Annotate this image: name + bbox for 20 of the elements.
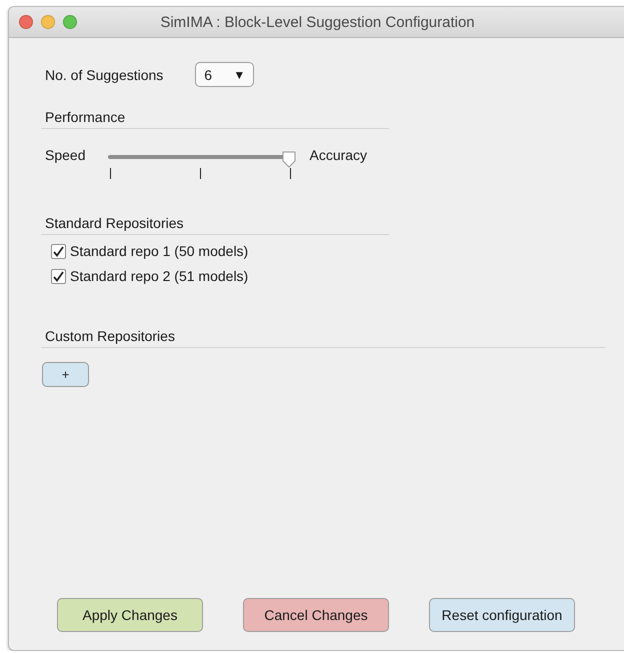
performance-heading: Performance: [41, 109, 389, 129]
suggestions-label: No. of Suggestions: [45, 66, 164, 82]
reset-button[interactable]: Reset configuration: [429, 598, 575, 632]
speed-label: Speed: [45, 147, 86, 163]
minimize-icon[interactable]: [41, 15, 55, 29]
checkbox[interactable]: [51, 268, 66, 284]
slider-thumb[interactable]: [282, 150, 296, 168]
checkbox-label: Standard repo 2 (51 models): [70, 268, 248, 284]
close-icon[interactable]: [19, 15, 33, 29]
window-title: SimIMA : Block-Level Suggestion Configuration: [159, 14, 476, 30]
standard-repositories-heading: Standard Repositories: [41, 215, 389, 235]
checkbox-label: Standard repo 1 (50 models): [70, 243, 248, 259]
suggestions-dropdown[interactable]: 6 ▼: [195, 62, 254, 87]
checkbox[interactable]: [51, 244, 66, 258]
accuracy-label: Accuracy: [309, 147, 368, 163]
add-button[interactable]: +: [42, 362, 89, 387]
apply-button[interactable]: Apply Changes: [57, 598, 203, 632]
maximize-icon[interactable]: [63, 15, 77, 29]
custom-repositories-heading: Custom Repositories: [41, 328, 605, 348]
cancel-button[interactable]: Cancel Changes: [243, 598, 389, 632]
